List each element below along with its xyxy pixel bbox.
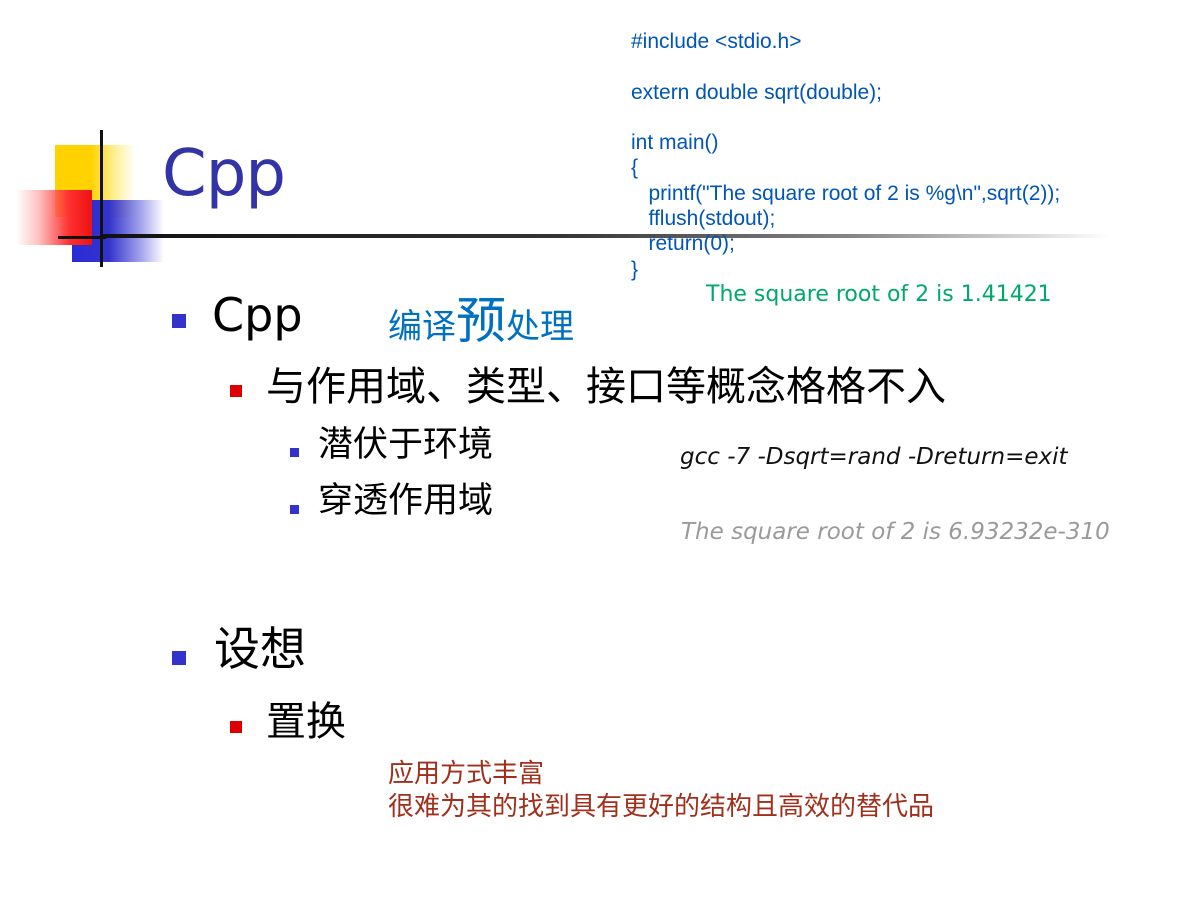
bullet-marker [230,385,242,397]
note-line-2: 很难为其的找到具有更好的结构且高效的替代品 [388,792,935,822]
bullet-pierce-scope: 穿透作用域 [318,481,494,521]
bullet-scope-conflict: 与作用域、类型、接口等概念格格不入 [266,364,946,410]
logo-vertical-line [100,130,103,267]
annotation-emphasis: 预 [456,292,506,350]
bullet-marker [172,314,186,328]
bullet-marker [290,448,299,457]
note-text: 应用方式丰富 很难为其的找到具有更好的结构且高效的替代品 [388,758,934,824]
logo-horizontal-tick [58,236,106,239]
substituted-output: The square root of 2 is 6.93232e-310 [681,519,1110,545]
bullet-marker [290,505,299,514]
bullet-idea: 设想 [214,622,306,676]
annotation-after: 处理 [506,307,574,347]
bullet-replace: 置换 [266,699,346,745]
annotation-before: 编译 [388,307,456,347]
preprocessing-annotation: 编译预处理 [388,281,574,353]
code-sample: #include <stdio.h> extern double sqrt(do… [631,30,1061,281]
slide-title: Cpp [162,137,286,211]
bullet-marker [172,651,186,665]
gcc-command: gcc -7 -Dsqrt=rand -Dreturn=exit [680,444,1068,470]
bullet-marker [230,721,242,733]
bullet-cpp-label: Cpp [212,288,303,342]
bullet-lurk-env: 潜伏于环境 [318,425,494,465]
note-line-1: 应用方式丰富 [388,759,545,789]
program-output: The square root of 2 is 1.41421 [706,282,1052,307]
